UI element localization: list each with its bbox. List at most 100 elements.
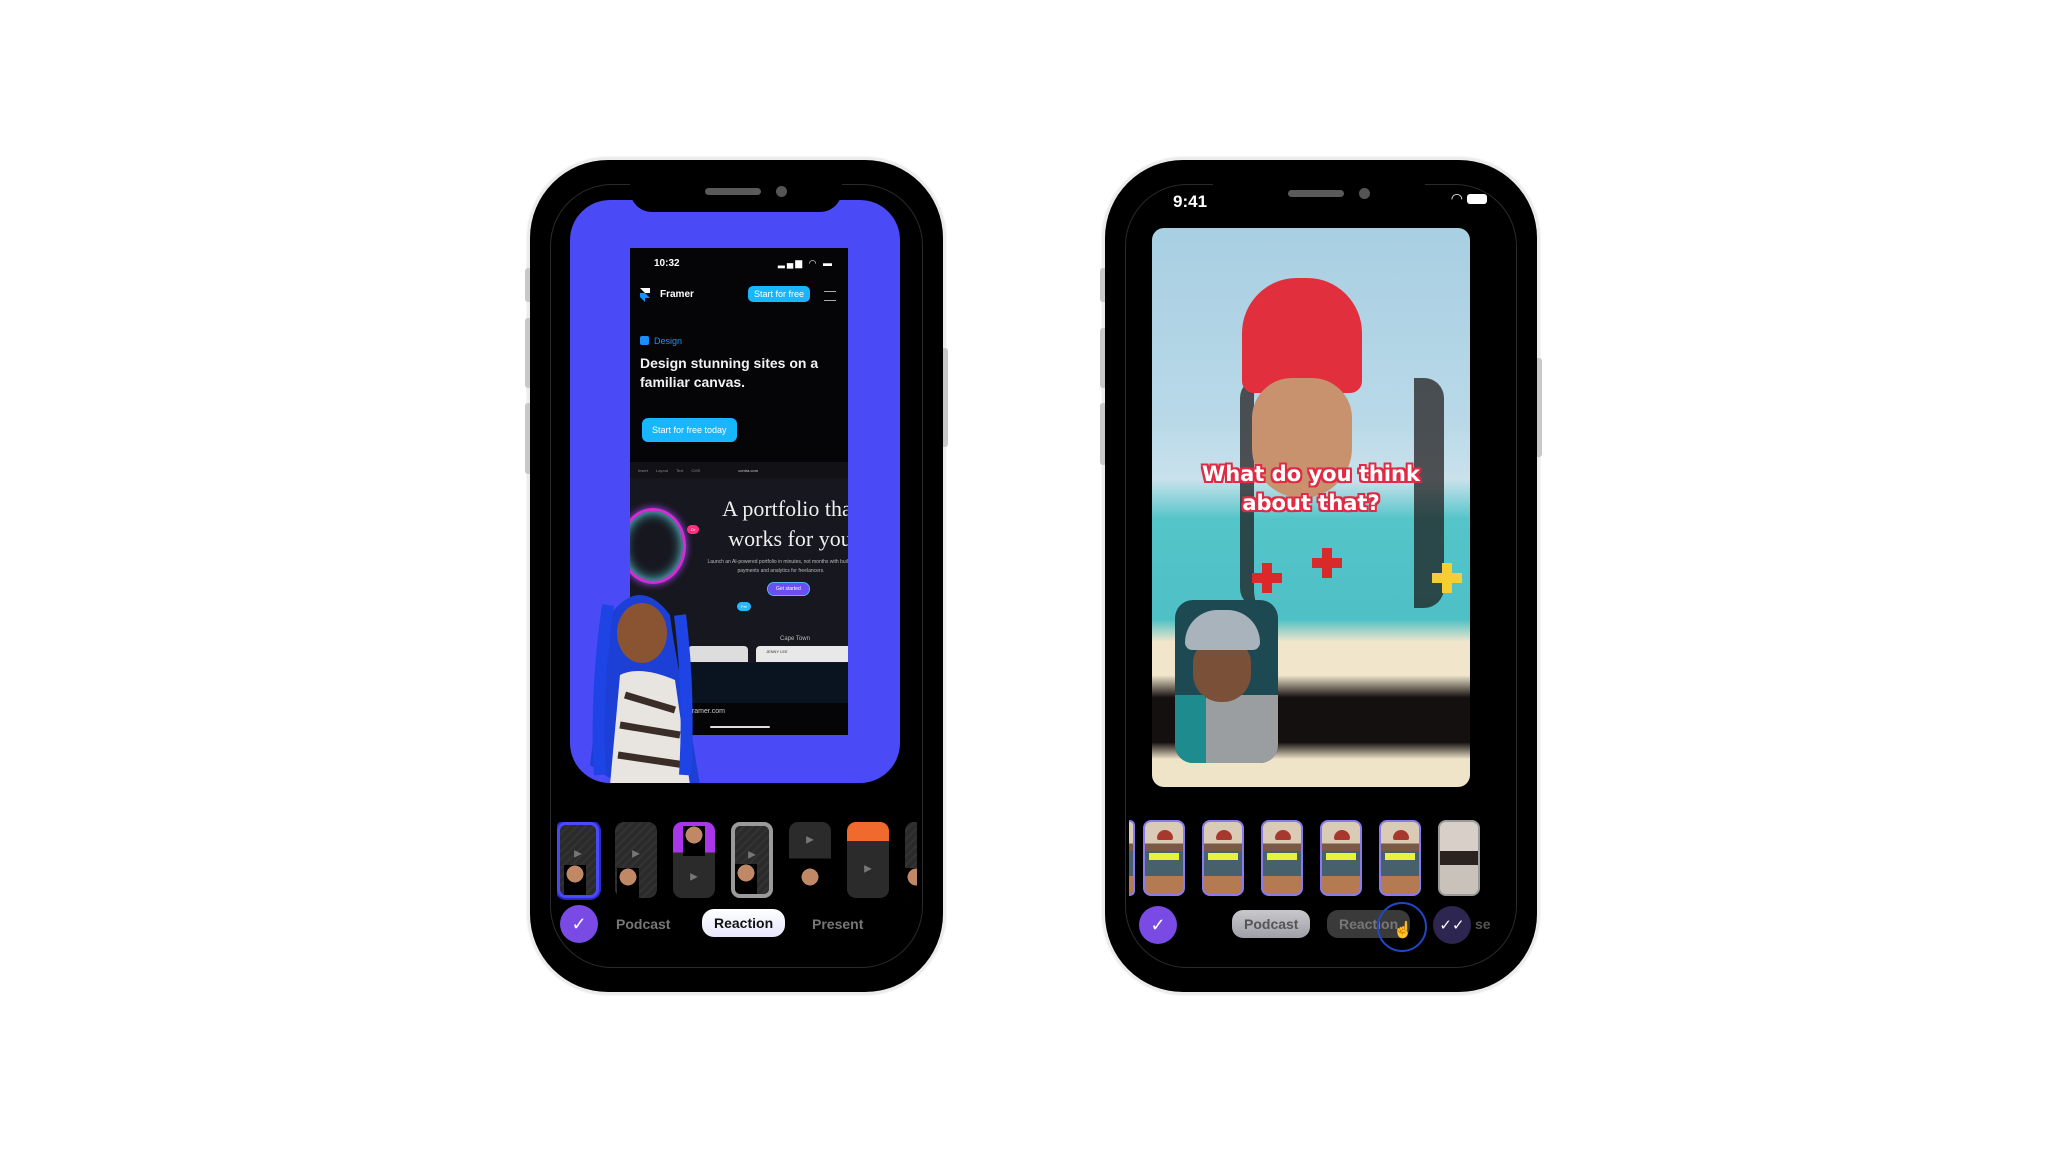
location-label: Cape Town	[780, 636, 810, 642]
cursor-tag-blue: Fel	[737, 602, 751, 611]
front-camera	[776, 186, 787, 197]
confirm-button[interactable]: ✓	[1139, 906, 1177, 944]
toolbar-url: contra.com	[738, 467, 759, 473]
website-nav: Framer Start for free	[640, 286, 840, 306]
mode-podcast[interactable]: Podcast	[616, 916, 670, 932]
speaker	[1288, 190, 1344, 197]
editor-toolbar: Insert Layout Text CMS contra.com	[630, 462, 848, 478]
toolbar-insert: Insert	[638, 467, 649, 473]
sweater-cross	[1432, 563, 1462, 593]
caption-thumbnail[interactable]	[1261, 820, 1303, 896]
volume-down-button	[1100, 403, 1105, 465]
pip-beanie	[1185, 610, 1260, 650]
status-time: 10:32	[654, 258, 680, 269]
portfolio-title-line1: A portfolio that	[722, 496, 848, 521]
wifi-icon: ◠	[1450, 190, 1463, 206]
layout-thumbnail[interactable]: ▶	[557, 822, 599, 898]
check-icon: ✓	[1150, 914, 1166, 935]
caption-thumbnail-strip[interactable]	[1129, 820, 1509, 900]
start-free-button[interactable]: Start for free today	[642, 418, 737, 442]
volume-down-button	[525, 403, 530, 474]
portfolio-subtitle: Launch an AI-powered portfolio in minute…	[707, 559, 848, 574]
sweater-cross	[1312, 548, 1342, 578]
play-icon: ▶	[690, 871, 698, 883]
design-icon	[640, 336, 649, 345]
caption-thumbnail[interactable]	[1129, 820, 1135, 896]
subject-beanie	[1242, 278, 1362, 393]
nav-cta-button[interactable]: Start for free	[747, 286, 810, 302]
pip-body	[1175, 695, 1278, 763]
phone-left: 10:32 ▂▄▆ ◠ ▬ Framer Start for free Desi…	[525, 160, 948, 992]
presenter-face	[617, 868, 639, 898]
play-icon: ▶	[806, 834, 814, 846]
layout-thumbnail[interactable]: ▶	[731, 822, 773, 898]
home-indicator	[710, 726, 770, 728]
design-tag-label: Design	[654, 336, 683, 346]
presenter-face	[683, 826, 705, 856]
status-icons: ▂▄▆ ◠ ▬	[777, 258, 834, 268]
mode-reaction[interactable]: Reaction	[702, 909, 786, 937]
framer-logo-icon	[640, 288, 650, 302]
layout-thumbnail-strip[interactable]: ▶ ▶ ▶ ▶ ▶ ▶	[557, 822, 917, 900]
status-time: 9:41	[1173, 192, 1208, 211]
double-check-icon: ✓✓	[1439, 917, 1465, 934]
cursor-tag-pink: Dr	[687, 525, 700, 534]
mode-podcast[interactable]: Podcast	[1232, 910, 1311, 938]
brand-name: Framer	[660, 289, 694, 300]
video-caption: What do you think about that?	[1152, 460, 1470, 518]
orb-graphic	[630, 508, 686, 584]
phone-right: 9:41 ◠ What do you think about that? ✓ P…	[1100, 160, 1542, 992]
mute-switch	[525, 268, 530, 302]
mode-present-partial[interactable]: se	[1475, 916, 1491, 932]
layout-thumbnail[interactable]: ▶	[673, 822, 715, 898]
preview-canvas: 10:32 ▂▄▆ ◠ ▬ Framer Start for free Desi…	[570, 200, 900, 783]
picture-in-picture[interactable]	[1175, 600, 1278, 763]
get-started-button[interactable]: Get started	[767, 582, 810, 596]
play-icon: ▶	[632, 848, 640, 860]
portfolio-card-profile: JENNY LEE	[756, 646, 848, 662]
toolbar-text: Text	[676, 467, 684, 473]
mode-selector: ✓ Podcast Reaction Present	[530, 905, 943, 949]
power-button	[943, 348, 948, 447]
layout-thumbnail[interactable]: ▶	[615, 822, 657, 898]
presenter-cutout	[590, 595, 700, 783]
layout-thumbnail[interactable]: ▶	[847, 822, 889, 898]
caption-thumbnail[interactable]	[1438, 820, 1480, 896]
caption-thumbnail[interactable]	[1143, 820, 1185, 896]
sweater-cross	[1252, 563, 1282, 593]
play-icon: ▶	[574, 848, 582, 860]
done-button[interactable]: ✓✓	[1433, 906, 1471, 944]
confirm-button[interactable]: ✓	[560, 905, 598, 943]
layout-thumbnail[interactable]: ▶	[789, 822, 831, 898]
volume-up-button	[525, 318, 530, 388]
reaction-video[interactable]: What do you think about that?	[1152, 228, 1470, 787]
caption-line1: What do you think	[1202, 462, 1420, 486]
volume-up-button	[1100, 328, 1105, 388]
presenter-face	[905, 868, 917, 898]
caption-thumbnail[interactable]	[1202, 820, 1244, 896]
caption-thumbnail[interactable]	[1320, 820, 1362, 896]
pip-face	[1193, 642, 1251, 702]
check-icon: ✓	[571, 913, 587, 934]
notch	[1213, 180, 1425, 214]
presenter-face	[564, 865, 586, 895]
speaker	[705, 188, 761, 195]
presenter-face	[735, 864, 757, 894]
caption-thumbnail[interactable]	[1379, 820, 1421, 896]
front-camera	[1359, 188, 1370, 199]
hamburger-menu-icon[interactable]	[824, 291, 836, 301]
power-button	[1537, 358, 1542, 457]
mode-present[interactable]: Present	[812, 916, 863, 932]
layout-thumbnail[interactable]	[905, 822, 917, 898]
portfolio-title: A portfolio that works for you	[710, 494, 848, 554]
design-tag: Design	[640, 336, 682, 346]
mode-selector: ✓ Podcast Reaction ☝ ✓✓ se	[1105, 900, 1537, 952]
pointer-hand-icon: ☝	[1393, 922, 1413, 939]
portfolio-title-line2: works for you	[728, 526, 848, 551]
toolbar-cms: CMS	[691, 467, 701, 473]
website-headline: Design stunning sites on a familiar canv…	[640, 355, 819, 390]
play-icon: ▶	[864, 863, 872, 875]
caption-line2: about that?	[1242, 491, 1380, 515]
mute-switch	[1100, 268, 1105, 302]
presenter-face	[799, 868, 821, 898]
